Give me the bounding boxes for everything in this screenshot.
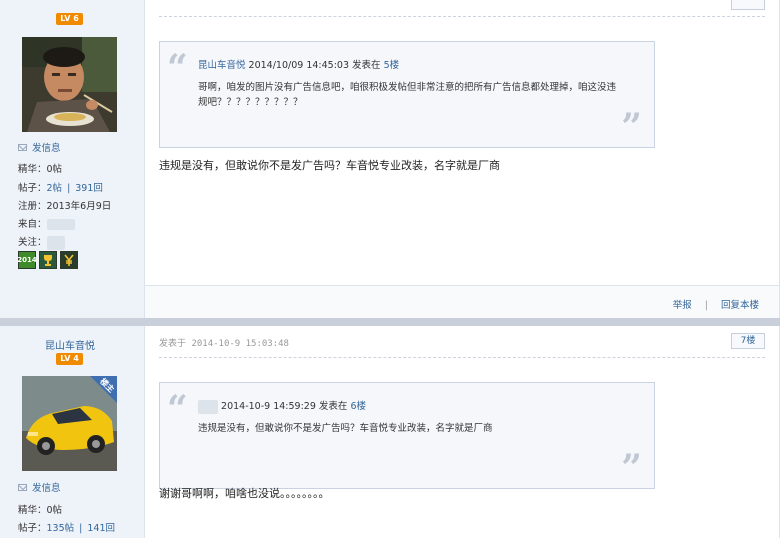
- post-divider: [0, 318, 780, 326]
- reply-link[interactable]: 回复本楼: [721, 300, 759, 311]
- quote-text: 哥啊，咱发的图片没有广告信息吧，咱很积极发帖但非常注意的把所有广告信息都处理掉，…: [198, 82, 617, 108]
- post-1: LV 6 发信息 精华：0帖 帖子：2帖 | 391回 注册：2013年6月9日…: [0, 0, 780, 318]
- avatar[interactable]: [22, 37, 117, 132]
- yen-icon[interactable]: [60, 251, 78, 269]
- from-stat: 来自：: [18, 216, 75, 230]
- posted-label: 发表于: [159, 339, 187, 349]
- medal-list: 2014: [17, 251, 78, 269]
- quote-block: “ 昆山车音悦 2014/10/09 14:45:03 发表在 5楼 哥啊，咱发…: [159, 41, 655, 148]
- level-badge: LV 6: [56, 13, 83, 25]
- trophy-icon[interactable]: [39, 251, 57, 269]
- follow-stat: 关注：: [18, 234, 65, 250]
- quote-floor-link[interactable]: 5楼: [384, 60, 400, 71]
- essence-stat: 精华：0帖: [18, 505, 63, 516]
- quote-header: 昆山车音悦 2014/10/09 14:45:03 发表在 5楼: [198, 60, 400, 71]
- registered-stat: 注册：2013年6月9日: [18, 201, 112, 212]
- floor-button[interactable]: 7楼: [731, 333, 765, 349]
- author-sidebar: LV 6 发信息 精华：0帖 帖子：2帖 | 391回 注册：2013年6月9日…: [0, 0, 145, 318]
- posts-stat: 帖子：2帖 | 391回: [18, 183, 103, 194]
- author-name-link[interactable]: 昆山车音悦: [0, 337, 140, 352]
- essence-stat: 精华：0帖: [18, 164, 63, 175]
- redacted-quote-author: [198, 399, 218, 414]
- post-body: 发表于 2014-10-9 15:03:48 7楼 “ 2014-10-9 14…: [145, 326, 780, 538]
- send-message-link[interactable]: 发信息: [18, 140, 61, 154]
- avatar[interactable]: 楼主: [22, 376, 117, 471]
- posted-time: 2014-10-9 15:03:48: [191, 339, 289, 349]
- report-link[interactable]: 举报: [673, 300, 692, 311]
- quote-header: 2014-10-9 14:59:29 发表在 6楼: [198, 398, 366, 414]
- envelope-icon: [18, 483, 27, 491]
- quote-block: “ 2014-10-9 14:59:29 发表在 6楼 违规是没有，但敢说你不是…: [159, 382, 655, 489]
- replies-count-link[interactable]: 141回: [87, 523, 115, 534]
- level-badge: LV 4: [56, 353, 83, 365]
- floor-button-cut[interactable]: [731, 0, 765, 10]
- open-quote-icon: “: [167, 388, 188, 430]
- posts-stat: 帖子：135帖 | 141回: [18, 523, 115, 534]
- post-header: 发表于 2014-10-9 15:03:48: [159, 336, 765, 358]
- post-header-cut: [159, 0, 765, 17]
- post-content: 违规是没有，但敢说你不是发广告吗？车音悦专业改装，名字就是厂商: [159, 159, 500, 172]
- medal-2014-icon[interactable]: 2014: [17, 251, 37, 269]
- quote-floor-link[interactable]: 6楼: [350, 401, 366, 412]
- posts-count-link[interactable]: 2帖: [47, 183, 63, 194]
- quote-text: 违规是没有，但敢说你不是发广告吗？车音悦专业改装，名字就是厂商: [198, 423, 493, 434]
- close-quote-icon: ”: [621, 447, 642, 489]
- post-2: 昆山车音悦 LV 4 楼主 发信息 精华：0帖 帖子：135帖 | 141回 发…: [0, 326, 780, 538]
- send-message-link[interactable]: 发信息: [18, 480, 61, 494]
- post-body: “ 昆山车音悦 2014/10/09 14:45:03 发表在 5楼 哥啊，咱发…: [145, 0, 780, 318]
- posts-count-link[interactable]: 135帖: [47, 523, 75, 534]
- open-quote-icon: “: [167, 47, 188, 89]
- replies-count-link[interactable]: 391回: [75, 183, 103, 194]
- author-sidebar: 昆山车音悦 LV 4 楼主 发信息 精华：0帖 帖子：135帖 | 141回: [0, 326, 145, 538]
- post-footer: 举报 | 回复本楼: [145, 285, 779, 318]
- envelope-icon: [18, 143, 27, 151]
- redacted-location: [46, 219, 75, 230]
- close-quote-icon: ”: [621, 106, 642, 148]
- redacted-follow: [46, 235, 65, 250]
- post-content: 谢谢哥啊啊，咱啥也没说。。。。。。。。: [159, 487, 330, 500]
- quote-author-link[interactable]: 昆山车音悦: [198, 60, 246, 71]
